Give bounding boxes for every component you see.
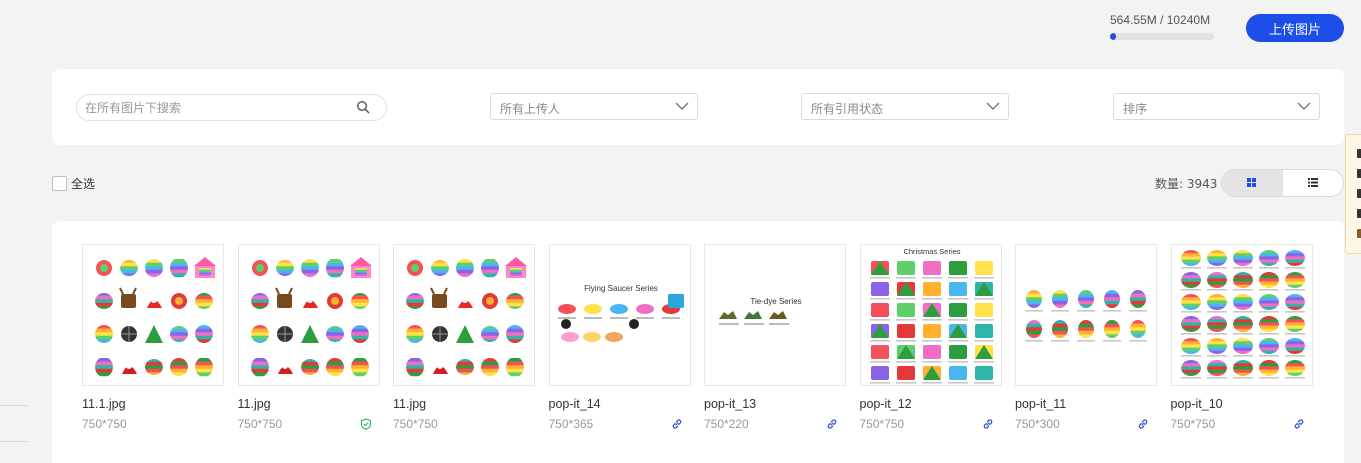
image-thumbnail[interactable] — [1170, 244, 1313, 386]
search-icon[interactable] — [356, 100, 370, 114]
image-dimensions: 750*750 — [237, 417, 283, 431]
image-dimensions: 750*750 — [1170, 417, 1216, 431]
reference-status-select[interactable]: 所有引用状态 — [801, 93, 1009, 120]
uploader-select[interactable]: 所有上传人 — [490, 93, 698, 120]
image-name: 11.1.jpg — [82, 397, 126, 411]
image-dimensions: 750*300 — [1015, 417, 1060, 431]
select-all-checkbox[interactable] — [52, 176, 67, 191]
image-thumbnail[interactable]: Flying Saucer Series — [548, 244, 691, 386]
link-icon[interactable] — [982, 418, 994, 430]
sort-select[interactable]: 排序 — [1113, 93, 1320, 120]
image-thumbnail[interactable] — [1015, 244, 1157, 386]
side-floating-panel[interactable] — [1345, 134, 1361, 254]
image-name: pop-it_10 — [1170, 397, 1223, 411]
image-dimensions: 750*750 — [82, 417, 127, 431]
image-thumbnail[interactable] — [237, 244, 380, 386]
link-icon[interactable] — [1293, 418, 1305, 430]
list-view-button[interactable] — [1283, 170, 1343, 196]
select-all[interactable]: 全选 — [52, 175, 95, 192]
image-name: 11.jpg — [237, 397, 271, 411]
image-card[interactable]: Tie-dye Series pop-it_13 750*220 — [704, 244, 846, 431]
reference-status-select-value: 所有引用状态 — [811, 102, 884, 116]
image-card[interactable]: Christmas Series pop-it_12 750*750 — [859, 244, 1002, 431]
list-icon — [1308, 178, 1318, 187]
grid-icon — [1247, 178, 1256, 187]
thumbnail-caption: Flying Saucer Series — [584, 284, 658, 293]
search-box[interactable] — [76, 94, 387, 121]
storage-usage-text: 564.55M / 10240M — [1110, 13, 1211, 27]
thumbnail-caption: Tie-dye Series — [750, 297, 801, 306]
search-input[interactable] — [85, 98, 345, 117]
shield-icon — [360, 418, 371, 430]
chevron-down-icon — [1297, 102, 1311, 110]
grid-view-button[interactable] — [1222, 170, 1283, 196]
link-icon[interactable] — [671, 418, 683, 430]
storage-progress-fill — [1110, 33, 1116, 40]
image-name: 11.jpg — [393, 397, 427, 411]
link-icon[interactable] — [1137, 418, 1149, 430]
sidebar-divider — [0, 405, 28, 406]
thumbnail-caption: Christmas Series — [903, 247, 960, 256]
image-card[interactable]: 11.1.jpg 750*750 — [82, 244, 224, 431]
storage-progress-bar — [1110, 33, 1214, 40]
image-card[interactable]: pop-it_10 750*750 — [1170, 244, 1313, 431]
image-card[interactable]: pop-it_11 750*300 — [1015, 244, 1157, 431]
image-dimensions: 750*220 — [704, 417, 749, 431]
link-icon[interactable] — [826, 418, 838, 430]
image-card[interactable]: Flying Saucer Series pop-it_14 750*365 — [548, 244, 691, 431]
image-thumbnail[interactable] — [393, 244, 535, 386]
image-card[interactable]: 11.jpg 750*750 — [237, 244, 380, 431]
image-name: pop-it_14 — [548, 397, 601, 411]
view-toggle — [1221, 169, 1344, 197]
image-name: pop-it_11 — [1015, 397, 1067, 411]
chevron-down-icon — [986, 102, 1000, 110]
image-thumbnail[interactable] — [82, 244, 224, 386]
sidebar-divider — [0, 441, 28, 442]
image-dimensions: 750*750 — [859, 417, 905, 431]
image-count: 数量: 3943 — [1155, 177, 1218, 191]
image-grid: 11.1.jpg 750*750 11.jpg 750*750 11.jpg 750*75… — [52, 221, 1344, 463]
image-card[interactable]: 11.jpg 750*750 — [393, 244, 535, 431]
sort-select-value: 排序 — [1123, 102, 1148, 116]
upload-image-button[interactable]: 上传图片 — [1246, 14, 1344, 42]
chevron-down-icon — [675, 102, 689, 110]
image-dimensions: 750*365 — [548, 417, 594, 431]
image-name: pop-it_13 — [704, 397, 757, 411]
filter-panel: 所有上传人 所有引用状态 排序 — [52, 69, 1344, 145]
image-dimensions: 750*750 — [393, 417, 438, 431]
select-all-label: 全选 — [71, 177, 96, 191]
uploader-select-value: 所有上传人 — [500, 102, 561, 116]
image-name: pop-it_12 — [859, 397, 912, 411]
image-thumbnail[interactable]: Christmas Series — [859, 244, 1002, 386]
image-thumbnail[interactable]: Tie-dye Series — [704, 244, 846, 386]
